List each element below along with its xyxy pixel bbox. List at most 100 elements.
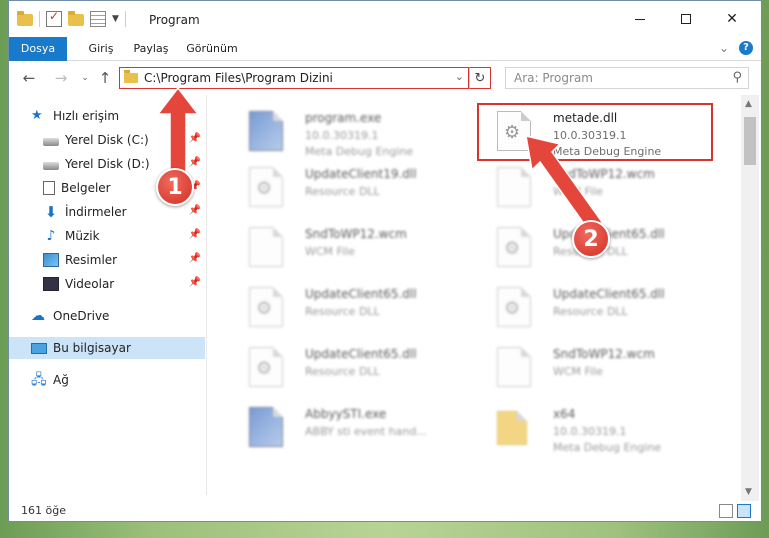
forward-arrow-icon[interactable]: → [51, 69, 71, 87]
pin-icon[interactable]: 📌 [189, 229, 201, 240]
tiles-view-icon[interactable] [737, 504, 751, 518]
sidebar-item-pictures[interactable]: Resimler 📌 [9, 249, 205, 271]
scrollbar-thumb[interactable] [744, 117, 756, 165]
network-icon: 🖧 [31, 372, 47, 388]
sidebar-item-videos[interactable]: Videolar 📌 [9, 273, 205, 295]
file-item[interactable]: ⚙ UpdateClient65.dll Resource DLL [227, 279, 463, 335]
file-name: SndToWP12.wcm [305, 227, 407, 241]
pin-icon[interactable]: 📌 [189, 205, 201, 216]
music-icon: ♪ [46, 228, 56, 244]
file-name: SndToWP12.wcm [553, 347, 655, 361]
file-name: program.exe [305, 111, 382, 125]
tab-dosya[interactable]: Dosya [9, 37, 67, 61]
file-item[interactable]: ⚙ UpdateClient65.dll Resource DLL [227, 339, 463, 395]
item-count: 161 öğe [21, 504, 66, 517]
file-type: Resource DLL [305, 185, 380, 198]
close-button[interactable]: ✕ [709, 1, 755, 37]
title-bar: ▼ Program ✕ [9, 1, 761, 37]
sidebar-item-label: Müzik [65, 229, 100, 243]
scroll-down-icon[interactable]: ▼ [745, 487, 752, 497]
new-folder-icon[interactable] [68, 11, 84, 26]
scroll-up-icon[interactable]: ▲ [745, 99, 752, 109]
file-item[interactable]: AbbyySTI.exe ABBY sti event hand... [227, 399, 463, 455]
file-item[interactable]: SndToWP12.wcm WCM File [475, 339, 711, 395]
minimize-button[interactable] [617, 1, 663, 37]
file-type: WCM File [305, 245, 355, 258]
refresh-button[interactable]: ↻ [469, 67, 491, 89]
back-arrow-icon[interactable]: ← [19, 69, 39, 87]
sidebar-item-music[interactable]: ♪ Müzik 📌 [9, 225, 205, 247]
file-item[interactable]: x64 10.0.30319.1 Meta Debug Engine [475, 399, 711, 455]
star-icon: ★ [31, 108, 43, 123]
download-icon: ⬇ [44, 203, 58, 221]
annotation-badge-1: 1 [156, 168, 194, 206]
video-icon [43, 277, 59, 291]
search-box[interactable]: Ara: Program ⚲ [505, 67, 749, 89]
details-view-icon[interactable] [719, 504, 733, 518]
ribbon-right-controls: ⌄ ? [719, 41, 753, 55]
file-description: ABBY sti event hand... [305, 425, 427, 438]
view-switcher [719, 504, 751, 518]
drive-icon [43, 161, 59, 170]
file-item[interactable]: program.exe 10.0.30319.1 Meta Debug Engi… [227, 103, 463, 159]
annotation-badge-2: 2 [572, 220, 610, 258]
gear-icon: ⚙ [256, 298, 273, 319]
expand-ribbon-chevron-icon[interactable]: ⌄ [719, 41, 729, 55]
explorer-window: ▼ Program ✕ Dosya Giriş Paylaş Görünüm ⌄… [8, 0, 762, 522]
help-icon[interactable]: ? [739, 41, 753, 55]
customize-icon[interactable] [90, 11, 106, 27]
file-name: UpdateClient65.dll [305, 287, 417, 301]
sidebar-item-label: Ağ [53, 373, 69, 387]
sidebar-item-label: Resimler [65, 253, 118, 267]
recent-locations-chevron-icon[interactable]: ⌄ [75, 73, 95, 83]
address-dropdown-icon[interactable]: ⌄ [455, 70, 464, 83]
ribbon: Dosya Giriş Paylaş Görünüm ⌄ ? [9, 37, 761, 61]
file-item[interactable]: ⚙ UpdateClient19.dll Resource DLL [227, 159, 463, 215]
sidebar-item-this-pc[interactable]: Bu bilgisayar [9, 337, 205, 359]
sidebar-item-label: Belgeler [61, 181, 111, 195]
sidebar-item-label: İndirmeler [65, 205, 127, 219]
file-item[interactable]: ⚙ UpdateClient65.dll Resource DLL [475, 279, 711, 335]
tab-gorunum[interactable]: Görünüm [179, 37, 245, 61]
document-icon [43, 181, 55, 195]
dll-icon: ⚙ [249, 167, 283, 207]
window-title: Program [149, 13, 200, 27]
file-type: WCM File [553, 365, 603, 378]
folder-icon [124, 70, 138, 83]
toolbar-divider [124, 11, 126, 27]
file-type: Resource DLL [553, 305, 628, 318]
navigation-bar: ← → ⌄ ↑ C:\Program Files\Program Dizini … [9, 61, 761, 95]
file-icon [497, 347, 531, 387]
maximize-button[interactable] [663, 1, 709, 37]
qat-dropdown-icon[interactable]: ▼ [112, 14, 119, 24]
file-description: Meta Debug Engine [553, 441, 662, 454]
refresh-icon: ↻ [474, 70, 486, 86]
sidebar-item-label: Yerel Disk (C:) [65, 133, 149, 147]
tab-paylas[interactable]: Paylaş [125, 37, 177, 61]
vertical-scrollbar[interactable]: ▲ ▼ [741, 95, 759, 501]
dll-icon: ⚙ [497, 287, 531, 327]
quick-access-toolbar: ▼ [17, 9, 126, 27]
file-version: 10.0.30319.1 [553, 425, 627, 438]
folder-icon[interactable] [17, 11, 33, 26]
file-type: Resource DLL [305, 305, 380, 318]
up-arrow-icon[interactable]: ↑ [95, 69, 115, 87]
search-icon[interactable]: ⚲ [732, 70, 742, 85]
file-item[interactable]: SndToWP12.wcm WCM File [227, 219, 463, 275]
file-name: UpdateClient65.dll [305, 347, 417, 361]
dll-icon: ⚙ [249, 347, 283, 387]
sidebar-item-label: Videolar [65, 277, 115, 291]
file-name: UpdateClient65.dll [553, 287, 665, 301]
pin-icon[interactable]: 📌 [189, 277, 201, 288]
tab-giris[interactable]: Giriş [79, 37, 123, 61]
file-name: x64 [553, 407, 576, 421]
sidebar-item-network[interactable]: 🖧 Ağ [9, 369, 205, 391]
status-bar: 161 öğe [9, 501, 761, 521]
pin-icon[interactable]: 📌 [189, 253, 201, 264]
search-placeholder[interactable]: Ara: Program [514, 71, 593, 85]
properties-check-icon[interactable] [46, 9, 62, 27]
sidebar-item-label: Yerel Disk (D:) [65, 157, 150, 171]
sidebar-item-onedrive[interactable]: ☁ OneDrive [9, 305, 205, 327]
gear-icon: ⚙ [256, 358, 273, 379]
exe-icon [249, 407, 283, 447]
